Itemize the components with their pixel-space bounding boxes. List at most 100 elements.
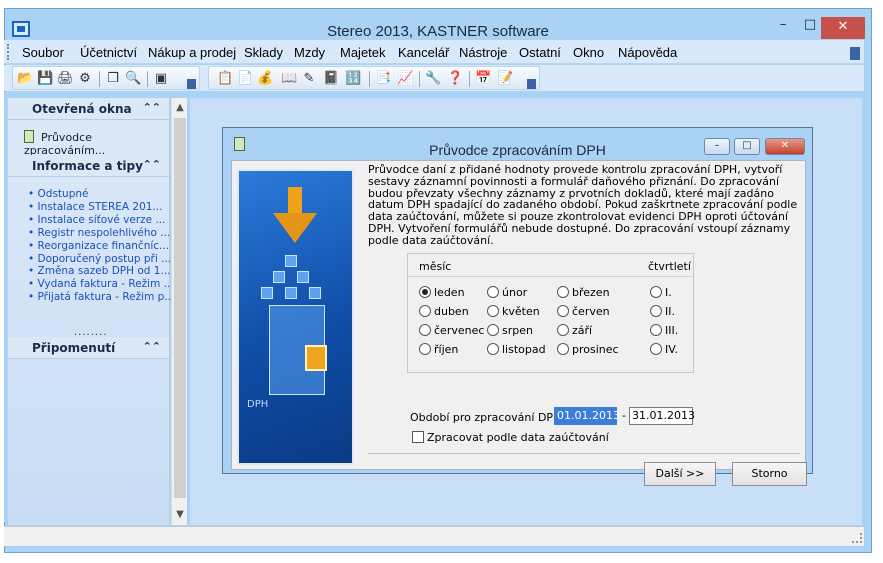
tip-link[interactable]: Instalace STEREA 201... xyxy=(28,201,174,214)
radio-month-12[interactable]: prosinec xyxy=(557,343,619,356)
radio-dot[interactable] xyxy=(650,324,662,336)
tip-link[interactable]: Vydaná faktura - Režim ... xyxy=(28,278,174,291)
report-icon[interactable]: 📑 xyxy=(375,71,391,86)
menu-nakup-prodej[interactable]: Nákup a prodej xyxy=(148,45,236,60)
tip-link[interactable]: Instalace síťové verze ... xyxy=(28,214,174,227)
radio-dot[interactable] xyxy=(650,343,662,355)
calendar-icon[interactable]: 📅 xyxy=(475,71,491,86)
window-icon[interactable]: ▣ xyxy=(153,71,169,86)
copy-icon[interactable]: ❐ xyxy=(105,71,121,86)
open-icon[interactable]: 📂 xyxy=(17,71,33,86)
menu-grip[interactable] xyxy=(7,44,10,60)
radio-quarter-4[interactable]: IV. xyxy=(650,343,678,356)
radio-dot[interactable] xyxy=(487,343,499,355)
toolbar-chevron-icon[interactable] xyxy=(187,79,196,89)
radio-dot[interactable] xyxy=(557,343,569,355)
resize-grip-icon[interactable] xyxy=(852,533,862,543)
radio-dot[interactable] xyxy=(557,286,569,298)
book-icon[interactable]: 📖 xyxy=(281,71,297,86)
radio-dot[interactable] xyxy=(487,286,499,298)
radio-dot[interactable] xyxy=(419,343,431,355)
menu-ucetnictvi[interactable]: Účetnictví xyxy=(80,45,137,60)
open-window-item[interactable]: Průvodce zpracováním... xyxy=(24,130,169,157)
menu-kancelar[interactable]: Kancelář xyxy=(398,45,449,60)
dialog-close-button[interactable]: ✕ xyxy=(765,138,805,155)
vat-icon[interactable]: 📈 xyxy=(397,71,413,86)
checkbox-box[interactable] xyxy=(412,431,424,443)
radio-quarter-3[interactable]: III. xyxy=(650,324,678,337)
menu-soubor[interactable]: Soubor xyxy=(22,45,64,60)
menu-sklady[interactable]: Sklady xyxy=(244,45,283,60)
radio-dot[interactable] xyxy=(419,324,431,336)
radio-dot[interactable] xyxy=(650,286,662,298)
tip-link[interactable]: Doporučený postup při ... xyxy=(28,253,174,266)
collapse-icon[interactable]: ⌃⌃ xyxy=(143,158,161,171)
radio-dot[interactable] xyxy=(487,305,499,317)
ledger-icon[interactable]: 📋 xyxy=(217,71,233,86)
date-to-input[interactable]: 31.01.2013 xyxy=(629,407,695,425)
cancel-button[interactable]: Storno xyxy=(732,462,807,486)
dialog-minimize-button[interactable]: – xyxy=(704,138,730,155)
tip-link[interactable]: Reorganizace finančníc... xyxy=(28,240,174,253)
radio-quarter-1[interactable]: I. xyxy=(650,286,672,299)
menu-okno[interactable]: Okno xyxy=(573,45,604,60)
panel-header-tips[interactable]: Informace a tipy ⌃⌃ xyxy=(8,155,169,177)
toolbar-chevron-icon[interactable] xyxy=(527,79,536,89)
date-from-input[interactable]: 01.01.2013 xyxy=(554,407,620,425)
invoice-icon[interactable]: 📄 xyxy=(237,71,253,86)
menu-majetek[interactable]: Majetek xyxy=(340,45,386,60)
radio-month-4[interactable]: duben xyxy=(419,305,469,318)
radio-dot[interactable] xyxy=(419,305,431,317)
save-icon[interactable]: 💾 xyxy=(37,71,53,86)
minimize-button[interactable]: – xyxy=(768,15,798,37)
tip-link[interactable]: Přijatá faktura - Režim p... xyxy=(28,291,175,304)
menu-mzdy[interactable]: Mzdy xyxy=(294,45,325,60)
tip-link[interactable]: Registr nespolehlivého ... xyxy=(28,227,174,240)
radio-month-3[interactable]: březen xyxy=(557,286,610,299)
dialog-maximize-button[interactable]: □ xyxy=(734,138,760,155)
menu-napoveda[interactable]: Nápověda xyxy=(618,45,677,60)
radio-month-2[interactable]: únor xyxy=(487,286,527,299)
tip-link[interactable]: Změna sazeb DPH od 1.... xyxy=(28,265,174,278)
radio-month-10[interactable]: říjen xyxy=(419,343,458,356)
tools-icon[interactable]: 🔧 xyxy=(425,71,441,86)
radio-dot[interactable] xyxy=(419,286,431,298)
collapse-icon[interactable]: ⌃⌃ xyxy=(143,340,161,353)
close-button[interactable]: ✕ xyxy=(821,17,865,39)
scroll-down-icon[interactable]: ▼ xyxy=(172,507,188,523)
radio-month-8[interactable]: srpen xyxy=(487,324,533,337)
preview-icon[interactable]: 🔍 xyxy=(125,71,141,86)
edit-icon[interactable]: ✎ xyxy=(301,71,317,86)
address-book-icon[interactable]: 📓 xyxy=(323,71,339,86)
cube-icon xyxy=(285,287,297,299)
radio-month-11[interactable]: listopad xyxy=(487,343,546,356)
panel-header-open-windows[interactable]: Otevřená okna ⌃⌃ xyxy=(8,98,169,120)
radio-month-5[interactable]: květen xyxy=(487,305,540,318)
posting-date-checkbox[interactable]: Zpracovat podle data zaúčtování xyxy=(412,431,609,444)
menu-overflow-chevron-icon[interactable] xyxy=(850,47,860,60)
menu-ostatni[interactable]: Ostatní xyxy=(519,45,561,60)
calculator-icon[interactable]: 🔢 xyxy=(345,71,361,86)
radio-dot[interactable] xyxy=(650,305,662,317)
menu-nastroje[interactable]: Nástroje xyxy=(459,45,507,60)
print-icon[interactable]: 🖨 xyxy=(57,71,74,86)
radio-dot[interactable] xyxy=(487,324,499,336)
tip-link[interactable]: Odstupné xyxy=(28,188,174,201)
radio-month-9[interactable]: září xyxy=(557,324,592,337)
radio-month-7[interactable]: červenec xyxy=(419,324,484,337)
radio-month-6[interactable]: červen xyxy=(557,305,610,318)
left-panel-scrollbar[interactable]: ▲ ▼ xyxy=(171,98,187,525)
settings-icon[interactable]: ⚙ xyxy=(77,71,93,86)
note-icon[interactable]: 📝 xyxy=(497,71,513,86)
next-button[interactable]: Další >> xyxy=(644,462,716,486)
panel-header-reminders[interactable]: Připomenutí ⌃⌃ xyxy=(8,337,169,359)
radio-dot[interactable] xyxy=(557,324,569,336)
scroll-thumb[interactable] xyxy=(174,118,186,498)
radio-dot[interactable] xyxy=(557,305,569,317)
help-icon[interactable]: ❓ xyxy=(447,71,463,86)
cash-icon[interactable]: 💰 xyxy=(257,71,273,86)
collapse-icon[interactable]: ⌃⌃ xyxy=(143,101,161,114)
radio-month-1[interactable]: leden xyxy=(419,286,465,299)
radio-quarter-2[interactable]: II. xyxy=(650,305,675,318)
scroll-up-icon[interactable]: ▲ xyxy=(172,100,188,116)
